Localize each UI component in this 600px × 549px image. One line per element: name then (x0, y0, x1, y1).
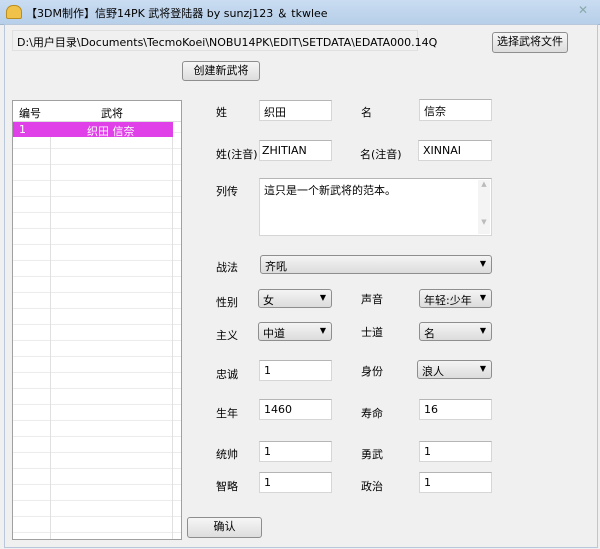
chevron-down-icon: ▼ (479, 326, 486, 335)
scroll-up-icon[interactable]: ▲ (478, 180, 490, 188)
given-label: 名 (361, 106, 372, 119)
valor-input[interactable]: 1 (419, 441, 492, 462)
leadership-label: 统帅 (216, 448, 238, 461)
column-divider (172, 101, 173, 539)
doctrine-label: 主义 (216, 329, 238, 342)
surname-label: 姓 (216, 106, 227, 119)
chevron-down-icon: ▼ (479, 364, 486, 373)
loyalty-label: 忠诚 (216, 368, 238, 381)
bushido-label: 士道 (361, 326, 383, 339)
tactic-select[interactable]: 齐吼 ▼ (260, 255, 492, 274)
app-icon (6, 5, 22, 19)
doctrine-value: 中道 (263, 327, 285, 340)
status-select[interactable]: 浪人 ▼ (417, 360, 492, 379)
intellect-input[interactable]: 1 (259, 472, 332, 493)
column-name[interactable]: 武将 (101, 105, 123, 121)
choose-file-button[interactable]: 选择武将文件 (492, 32, 568, 53)
general-list[interactable]: 编号 武将 1 织田 信奈 (12, 100, 182, 540)
politics-label: 政治 (361, 480, 383, 493)
row-id: 1 (19, 123, 26, 136)
bio-textarea[interactable]: 這只是一个新武将的范本。 ▲ ▼ (259, 178, 492, 236)
gender-label: 性别 (216, 296, 238, 309)
given-reading-label: 名(注音) (360, 148, 402, 161)
bio-text: 這只是一个新武将的范本。 (264, 184, 396, 197)
row-name: 织田 信奈 (87, 125, 135, 138)
bio-label: 列传 (216, 185, 238, 198)
chevron-down-icon: ▼ (319, 326, 326, 335)
confirm-button[interactable]: 确认 (187, 517, 262, 538)
list-header: 编号 武将 (13, 101, 181, 122)
politics-input[interactable]: 1 (419, 472, 492, 493)
tactic-label: 战法 (216, 261, 238, 274)
chevron-down-icon: ▼ (479, 259, 486, 268)
intellect-label: 智略 (216, 480, 238, 493)
column-id[interactable]: 编号 (19, 105, 41, 121)
create-new-button[interactable]: 创建新武将 (182, 61, 260, 81)
tactic-value: 齐吼 (265, 260, 287, 273)
scroll-down-icon[interactable]: ▼ (478, 218, 490, 226)
doctrine-select[interactable]: 中道 ▼ (258, 322, 332, 341)
file-path-field[interactable]: D:\用户目录\Documents\TecmoKoei\NOBU14PK\EDI… (12, 30, 437, 51)
chevron-down-icon: ▼ (319, 293, 326, 302)
leadership-input[interactable]: 1 (259, 441, 332, 462)
status-value: 浪人 (422, 365, 444, 378)
bushido-select[interactable]: 名 ▼ (419, 322, 492, 341)
voice-value: 年轻:少年 (424, 294, 472, 307)
gender-select[interactable]: 女 ▼ (258, 289, 332, 308)
close-icon[interactable]: ✕ (578, 3, 588, 17)
voice-select[interactable]: 年轻:少年 ▼ (419, 289, 492, 308)
birth-input[interactable]: 1460 (259, 399, 332, 420)
surname-reading-label: 姓(注音) (216, 148, 258, 161)
chevron-down-icon: ▼ (479, 293, 486, 302)
valor-label: 勇武 (361, 448, 383, 461)
list-item[interactable]: 1 织田 信奈 (13, 122, 173, 138)
column-divider (50, 101, 51, 539)
status-label: 身份 (361, 365, 383, 378)
voice-label: 声音 (361, 293, 383, 306)
lifespan-label: 寿命 (361, 407, 383, 420)
scrollbar[interactable]: ▲ ▼ (478, 180, 490, 234)
birth-label: 生年 (216, 407, 238, 420)
surname-input[interactable]: 织田 (259, 100, 332, 121)
gender-value: 女 (263, 294, 274, 307)
surname-reading-input[interactable]: ZHITIAN (259, 140, 332, 161)
window-title: 【3DM制作】信野14PK 武将登陆器 by sunzj123 ＆ tkwlee (26, 7, 328, 20)
lifespan-input[interactable]: 16 (419, 399, 492, 420)
given-input[interactable]: 信奈 (419, 99, 492, 121)
bushido-value: 名 (424, 327, 435, 340)
title-bar: 【3DM制作】信野14PK 武将登陆器 by sunzj123 ＆ tkwlee… (0, 0, 600, 25)
loyalty-input[interactable]: 1 (259, 360, 332, 381)
given-reading-input[interactable]: XINNAI (418, 140, 492, 161)
